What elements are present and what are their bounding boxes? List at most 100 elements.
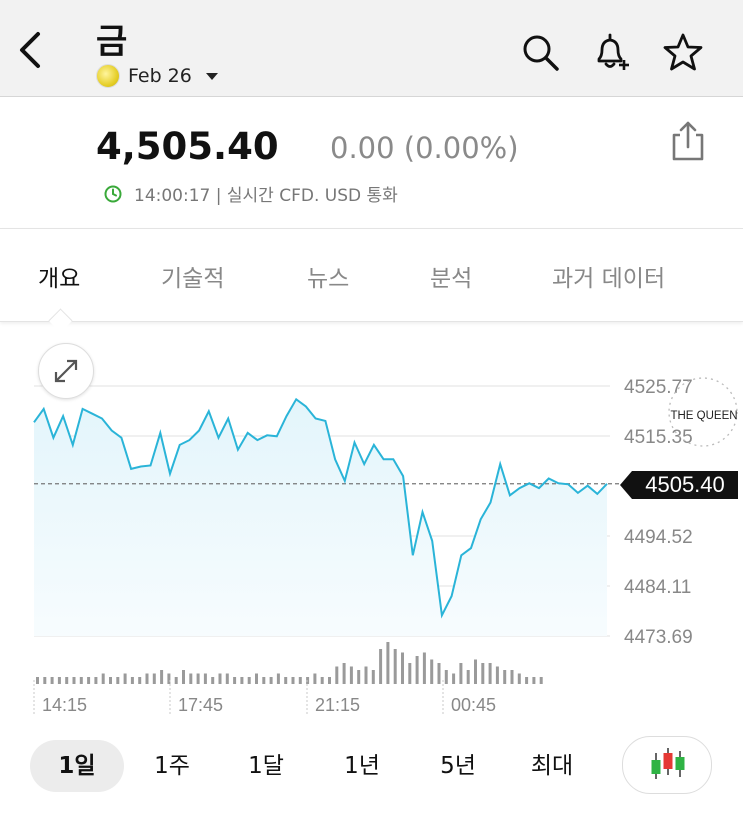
time-range-selector: 1일 1주 1달 1년 5년 최대 xyxy=(0,732,743,802)
volume-bar xyxy=(335,666,339,684)
volume-bar xyxy=(101,673,105,684)
volume-bar xyxy=(328,677,331,684)
volume-bar xyxy=(94,677,98,684)
contract-selector[interactable]: Feb 26 xyxy=(96,64,218,88)
last-price-tag-text: 4505.40 xyxy=(645,472,725,497)
volume-bar xyxy=(357,670,361,684)
volume-bar xyxy=(495,666,499,684)
range-1w-button[interactable]: 1주 xyxy=(134,740,210,792)
volume-bar xyxy=(160,670,164,684)
volume-bar xyxy=(349,666,353,684)
volume-bar xyxy=(437,663,441,684)
volume-bar xyxy=(320,677,324,684)
volume-bar xyxy=(313,673,317,684)
volume-bar xyxy=(276,673,280,684)
volume-bar xyxy=(291,677,295,684)
volume-bar xyxy=(72,677,76,684)
tab-technical[interactable]: 기술적 xyxy=(161,259,224,293)
volume-bar xyxy=(109,677,112,684)
volume-bar xyxy=(532,677,536,684)
volume-bar xyxy=(408,663,412,684)
tab-analysis[interactable]: 분석 xyxy=(430,259,472,293)
volume-bar xyxy=(444,670,448,684)
gold-icon xyxy=(96,64,120,88)
volume-bar xyxy=(262,677,266,684)
volume-bar xyxy=(269,677,273,684)
watermark: THE QUEEN xyxy=(668,377,738,447)
quote-panel: 4,505.40 0.00 (0.00%) 14:00:17 | 실시간 CFD… xyxy=(0,97,743,227)
x-tick-label: 14:15 xyxy=(42,695,87,715)
range-1y-button[interactable]: 1년 xyxy=(324,740,400,792)
add-alert-bell-icon[interactable] xyxy=(591,32,631,72)
volume-bar xyxy=(218,673,222,684)
price-chart[interactable]: 14:15 17:45 21:15 00:45 4525.77 4515.35 4494.… xyxy=(0,326,743,726)
last-price-tag: 4505.40 xyxy=(620,471,738,499)
volume-bar xyxy=(503,670,507,684)
volume-bar xyxy=(116,677,120,684)
volume-bar xyxy=(225,673,229,684)
volume-bar xyxy=(379,649,383,684)
volume-bar xyxy=(452,673,456,684)
volume-bar xyxy=(247,677,251,684)
instrument-title: 금 xyxy=(96,22,128,62)
volume-bar xyxy=(393,649,397,684)
expand-icon xyxy=(54,359,78,383)
range-max-button[interactable]: 최대 xyxy=(514,740,590,792)
volume-bar xyxy=(145,673,149,684)
y-tick-label: 4494.52 xyxy=(624,527,693,548)
volume-bar xyxy=(50,677,54,684)
volume-bar xyxy=(415,656,419,684)
volume-bar xyxy=(240,677,244,684)
range-1d-button[interactable]: 1일 xyxy=(30,740,124,792)
x-tick-label: 21:15 xyxy=(315,695,360,715)
x-tick-label: 00:45 xyxy=(451,695,496,715)
volume-bar xyxy=(189,673,193,684)
volume-bar xyxy=(459,663,463,684)
volume-bar xyxy=(255,673,258,684)
volume-bar xyxy=(233,677,237,684)
range-1m-button[interactable]: 1달 xyxy=(228,740,304,792)
search-icon[interactable] xyxy=(520,32,560,72)
volume-bar xyxy=(43,677,47,684)
volume-bar xyxy=(371,670,375,684)
expand-chart-button[interactable] xyxy=(38,343,94,399)
tab-historical-data[interactable]: 과거 데이터 xyxy=(552,259,665,293)
volume-bar xyxy=(65,677,69,684)
y-tick-label: 4515.35 xyxy=(624,427,693,448)
volume-bar xyxy=(211,677,215,684)
volume-bar xyxy=(364,666,368,684)
y-tick-label: 4525.77 xyxy=(624,377,693,398)
x-tick-label: 17:45 xyxy=(178,695,223,715)
clock-icon xyxy=(104,185,122,202)
range-5y-button[interactable]: 5년 xyxy=(420,740,496,792)
volume-bar xyxy=(123,673,127,684)
y-tick-label: 4473.69 xyxy=(624,627,693,648)
volume-bar xyxy=(138,677,142,684)
back-arrow-icon[interactable] xyxy=(14,30,48,70)
volume-bar xyxy=(130,677,134,684)
contract-label: Feb 26 xyxy=(128,65,192,87)
volume-bar xyxy=(36,677,39,684)
quote-time-text: 14:00:17 | 실시간 CFD. USD 통화 xyxy=(134,186,398,206)
quote-time-row: 14:00:17 | 실시간 CFD. USD 통화 xyxy=(104,181,398,206)
candlestick-toggle-button[interactable] xyxy=(622,736,712,794)
star-favorite-icon[interactable] xyxy=(663,32,703,72)
price-area-fill xyxy=(34,399,607,636)
price-change: 0.00 (0.00%) xyxy=(330,131,519,165)
volume-bar xyxy=(174,677,178,684)
volume-bar xyxy=(196,673,200,684)
volume-bar xyxy=(517,673,521,684)
volume-bar xyxy=(284,677,288,684)
volume-bar xyxy=(430,659,434,684)
share-icon[interactable] xyxy=(668,119,708,163)
volume-bar xyxy=(466,670,470,684)
volume-bar xyxy=(401,652,404,684)
volume-bar xyxy=(539,677,543,684)
volume-bar xyxy=(298,677,302,684)
tab-overview[interactable]: 개요 xyxy=(38,259,80,293)
volume-bar xyxy=(152,673,156,684)
candlestick-icon xyxy=(651,748,685,779)
volume-bar xyxy=(203,673,207,684)
tab-news[interactable]: 뉴스 xyxy=(307,259,349,293)
volume-bar xyxy=(510,670,514,684)
